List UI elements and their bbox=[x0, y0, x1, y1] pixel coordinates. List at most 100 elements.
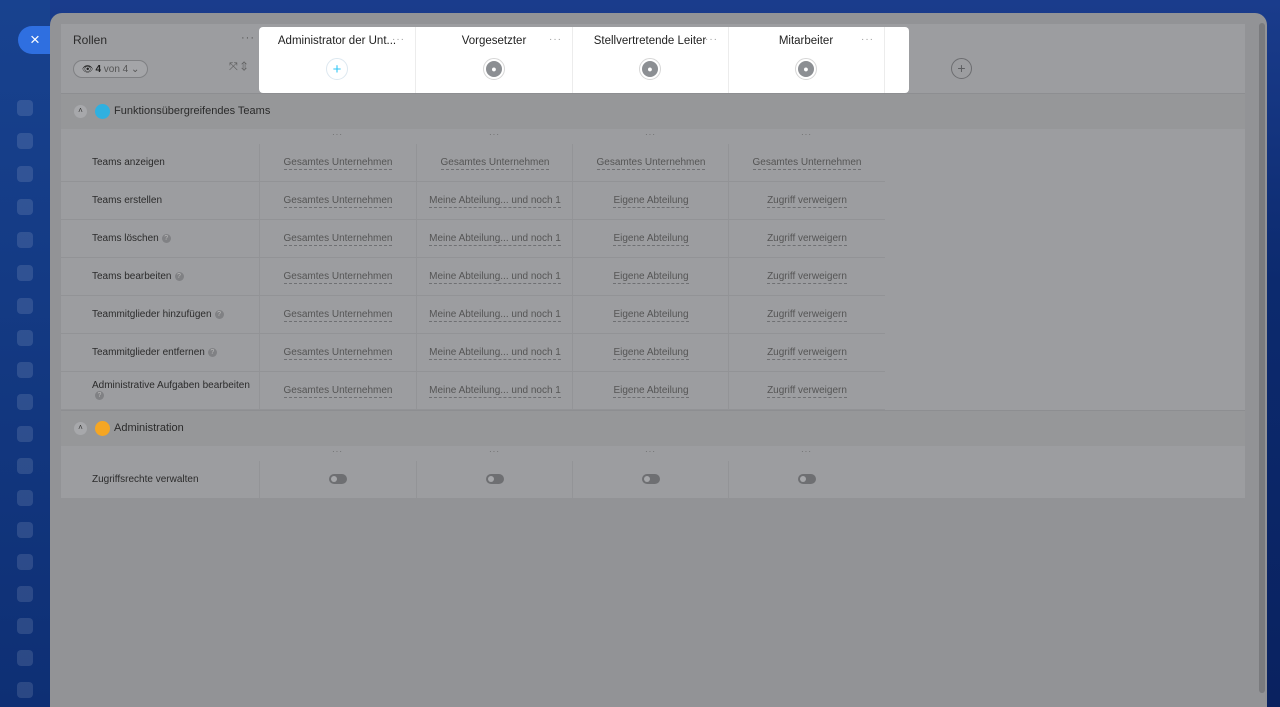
help-icon[interactable]: ? bbox=[174, 271, 184, 281]
permission-value[interactable]: Eigene Abteilung bbox=[572, 334, 729, 371]
permission-value[interactable]: Zugriff verweigern bbox=[728, 182, 885, 219]
permission-value[interactable]: Gesamtes Unternehmen bbox=[259, 144, 416, 181]
role-column-header[interactable]: Mitarbeiter ··· ● bbox=[728, 27, 885, 93]
nav-icon[interactable] bbox=[17, 330, 33, 346]
permission-value[interactable]: Meine Abteilung... und noch 1 bbox=[416, 296, 573, 333]
permission-value[interactable]: Meine Abteilung... und noch 1 bbox=[416, 182, 573, 219]
user-icon: ● bbox=[795, 58, 817, 80]
nav-icon[interactable] bbox=[17, 298, 33, 314]
permission-toggle[interactable] bbox=[259, 461, 416, 498]
nav-icon[interactable] bbox=[17, 232, 33, 248]
role-column-header[interactable]: Vorgesetzter ··· ● bbox=[416, 27, 573, 93]
nav-icon[interactable] bbox=[17, 522, 33, 538]
plus-icon[interactable]: + bbox=[326, 58, 348, 80]
permission-value[interactable]: Zugriff verweigern bbox=[728, 334, 885, 371]
permission-value[interactable]: Zugriff verweigern bbox=[728, 372, 885, 409]
role-column-header[interactable]: Administrator der Unt... ··· + bbox=[259, 27, 416, 93]
permission-value[interactable]: Gesamtes Unternehmen bbox=[259, 372, 416, 409]
filter-total: von 4 bbox=[103, 64, 129, 75]
permission-row: Zugriffsrechte verwalten bbox=[61, 461, 885, 499]
nav-icon[interactable] bbox=[17, 618, 33, 634]
permission-value[interactable]: Meine Abteilung... und noch 1 bbox=[416, 258, 573, 295]
role-more-icon[interactable]: ··· bbox=[861, 34, 874, 45]
permission-value[interactable]: Zugriff verweigern bbox=[728, 220, 885, 257]
role-more-icon[interactable]: ··· bbox=[705, 34, 718, 45]
permission-name: Teams löschen? bbox=[92, 233, 252, 244]
permission-value[interactable]: Meine Abteilung... und noch 1 bbox=[416, 372, 573, 409]
section-header[interactable]: ˄ Administration bbox=[61, 410, 1245, 446]
column-more-icon[interactable]: ··· bbox=[572, 447, 729, 456]
permission-value[interactable]: Zugriff verweigern bbox=[728, 258, 885, 295]
nav-icon[interactable] bbox=[17, 166, 33, 182]
users-icon: ● bbox=[483, 58, 505, 80]
help-icon[interactable]: ? bbox=[214, 309, 224, 319]
permission-value[interactable]: Eigene Abteilung bbox=[572, 372, 729, 409]
column-more-icon[interactable]: ··· bbox=[416, 447, 573, 456]
nav-icon[interactable] bbox=[17, 362, 33, 378]
permission-value[interactable]: Eigene Abteilung bbox=[572, 182, 729, 219]
permission-value[interactable]: Gesamtes Unternehmen bbox=[259, 220, 416, 257]
nav-icon[interactable] bbox=[17, 490, 33, 506]
nav-icon[interactable] bbox=[17, 426, 33, 442]
nav-icon[interactable] bbox=[17, 394, 33, 410]
role-more-icon[interactable]: ··· bbox=[392, 34, 405, 45]
permission-value[interactable]: Eigene Abteilung bbox=[572, 296, 729, 333]
section-title: Funktionsübergreifendes Teams bbox=[114, 105, 271, 117]
permission-value[interactable]: Gesamtes Unternehmen bbox=[416, 144, 573, 181]
permission-toggle[interactable] bbox=[572, 461, 729, 498]
chevron-up-icon[interactable]: ˄ bbox=[74, 105, 87, 118]
permission-value[interactable]: Zugriff verweigern bbox=[728, 296, 885, 333]
help-icon[interactable]: ? bbox=[95, 391, 104, 401]
permission-value[interactable]: Gesamtes Unternehmen bbox=[259, 296, 416, 333]
permission-value[interactable]: Gesamtes Unternehmen bbox=[259, 258, 416, 295]
column-more-icon[interactable]: ··· bbox=[259, 130, 416, 139]
nav-icon[interactable] bbox=[17, 199, 33, 215]
nav-icon[interactable] bbox=[17, 133, 33, 149]
nav-icon[interactable] bbox=[17, 100, 33, 116]
nav-icon[interactable] bbox=[17, 586, 33, 602]
permission-row: Teammitglieder entfernen? Gesamtes Untern… bbox=[61, 334, 885, 372]
column-more-icon[interactable]: ··· bbox=[572, 130, 729, 139]
permission-toggle[interactable] bbox=[728, 461, 885, 498]
column-more-icon[interactable]: ··· bbox=[728, 447, 885, 456]
permission-row: Teams erstellen Gesamtes Unternehmen Meine… bbox=[61, 182, 885, 220]
close-slider-button[interactable]: × bbox=[18, 26, 52, 54]
permission-toggle[interactable] bbox=[416, 461, 573, 498]
section-header[interactable]: ˄ Funktionsübergreifendes Teams bbox=[61, 93, 1245, 129]
scrollbar[interactable] bbox=[1259, 23, 1265, 693]
admin-icon bbox=[95, 421, 110, 436]
nav-icon[interactable] bbox=[17, 458, 33, 474]
help-icon[interactable]: ? bbox=[161, 233, 171, 243]
column-more-icon[interactable]: ··· bbox=[259, 447, 416, 456]
add-role-button[interactable]: + bbox=[951, 58, 972, 79]
permission-name: Teams anzeigen bbox=[92, 157, 165, 168]
column-actions-row: ··· ··· ··· ··· bbox=[61, 446, 885, 460]
permission-row: Administrative Aufgaben bearbeiten? Gesam… bbox=[61, 372, 885, 410]
roles-more-icon[interactable]: ··· bbox=[241, 32, 255, 44]
slider-panel: Rollen ··· 👁 4 von 4 ⌄ ⤧ ⇕ Administrator … bbox=[50, 13, 1267, 707]
role-column-header[interactable]: Stellvertretende Leiter ··· ● bbox=[572, 27, 729, 93]
permission-value[interactable]: Eigene Abteilung bbox=[572, 220, 729, 257]
roles-header: Rollen ··· 👁 4 von 4 ⌄ ⤧ ⇕ bbox=[61, 24, 259, 92]
permission-name: Teams bearbeiten? bbox=[92, 271, 252, 282]
nav-icon[interactable] bbox=[17, 682, 33, 698]
nav-icon[interactable] bbox=[17, 265, 33, 281]
permission-value[interactable]: Meine Abteilung... und noch 1 bbox=[416, 220, 573, 257]
permission-value[interactable]: Meine Abteilung... und noch 1 bbox=[416, 334, 573, 371]
help-icon[interactable]: ? bbox=[207, 347, 217, 357]
eye-icon: 👁 bbox=[82, 64, 94, 74]
nav-icon[interactable] bbox=[17, 650, 33, 666]
permission-value[interactable]: Eigene Abteilung bbox=[572, 258, 729, 295]
collapse-expand-icon[interactable]: ⤧ ⇕ bbox=[229, 61, 247, 74]
permission-value[interactable]: Gesamtes Unternehmen bbox=[259, 182, 416, 219]
nav-icon[interactable] bbox=[17, 554, 33, 570]
permission-value[interactable]: Gesamtes Unternehmen bbox=[728, 144, 885, 181]
permission-value[interactable]: Gesamtes Unternehmen bbox=[572, 144, 729, 181]
column-more-icon[interactable]: ··· bbox=[416, 130, 573, 139]
roles-filter-pill[interactable]: 👁 4 von 4 ⌄ bbox=[73, 60, 149, 78]
column-more-icon[interactable]: ··· bbox=[728, 130, 885, 139]
roles-title: Rollen bbox=[73, 33, 108, 47]
role-more-icon[interactable]: ··· bbox=[549, 34, 562, 45]
chevron-up-icon[interactable]: ˄ bbox=[74, 422, 87, 435]
permission-value[interactable]: Gesamtes Unternehmen bbox=[259, 334, 416, 371]
